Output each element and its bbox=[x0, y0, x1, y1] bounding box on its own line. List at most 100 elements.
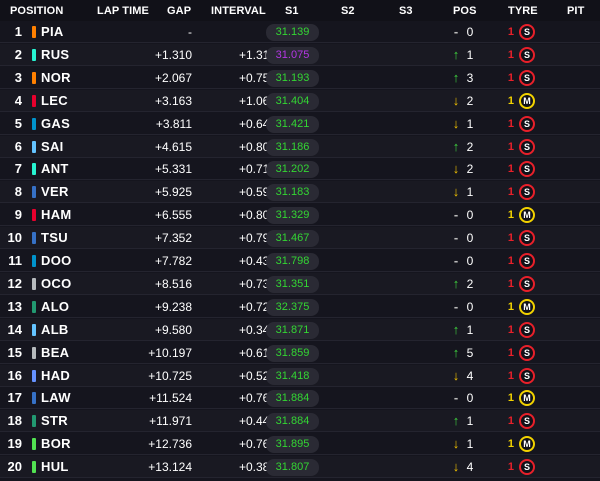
table-row[interactable]: 5 GAS +3.811 +0.648 31.421 ↓ 1 1 S bbox=[0, 113, 600, 135]
medium-tyre-icon[interactable]: M bbox=[519, 390, 535, 407]
driver-code[interactable]: SAI bbox=[41, 136, 64, 158]
s1-time: 31.186 bbox=[266, 138, 319, 156]
driver-code[interactable]: DOO bbox=[41, 250, 72, 272]
soft-tyre-icon[interactable]: S bbox=[519, 253, 535, 269]
driver-code[interactable]: OCO bbox=[41, 273, 72, 295]
s1-time: 31.404 bbox=[266, 92, 319, 110]
medium-tyre-icon[interactable]: M bbox=[519, 436, 535, 453]
soft-tyre-icon[interactable]: S bbox=[519, 184, 535, 201]
driver-code[interactable]: BEA bbox=[41, 342, 69, 364]
driver-code[interactable]: STR bbox=[41, 410, 68, 432]
medium-tyre-icon[interactable]: M bbox=[519, 298, 535, 315]
table-row[interactable]: 15 BEA +10.197 +0.617 31.859 ↑ 5 1 S bbox=[0, 342, 600, 364]
position-change: 0 bbox=[466, 25, 474, 39]
position-change: 1 bbox=[466, 322, 474, 337]
table-row[interactable]: 13 ALO +9.238 +0.722 32.375-0 1 M bbox=[0, 296, 600, 318]
soft-tyre-icon[interactable]: S bbox=[519, 69, 535, 86]
driver-code[interactable]: HAM bbox=[41, 204, 72, 226]
gap-value: +5.331 bbox=[154, 162, 192, 177]
driver-code[interactable]: LEC bbox=[41, 90, 68, 112]
driver-code[interactable]: LAW bbox=[41, 387, 71, 409]
position-number: 16 bbox=[7, 367, 22, 383]
header-s2[interactable]: S2 bbox=[341, 5, 355, 17]
table-row[interactable]: 14 ALB +9.580 +0.342 31.871 ↑ 1 1 S bbox=[0, 318, 600, 341]
position-number: 18 bbox=[7, 413, 22, 429]
arrow-down-icon: ↓ bbox=[452, 459, 460, 475]
header-position[interactable]: POSITION bbox=[10, 5, 63, 17]
header-interval[interactable]: INTERVAL bbox=[211, 5, 266, 17]
header-pos[interactable]: POS bbox=[453, 5, 477, 17]
table-row[interactable]: 10 TSU +7.352 +0.797 31.467-0 1 S bbox=[0, 227, 600, 250]
header-s1[interactable]: S1 bbox=[285, 5, 299, 17]
table-row[interactable]: 7 ANT +5.331 +0.716 31.202 ↓ 2 1 S bbox=[0, 158, 600, 181]
soft-tyre-icon[interactable]: S bbox=[519, 24, 535, 40]
soft-tyre-icon[interactable]: S bbox=[519, 275, 535, 292]
arrow-down-icon: ↓ bbox=[452, 92, 460, 108]
driver-code[interactable]: VER bbox=[41, 181, 69, 203]
table-row[interactable]: 19 BOR +12.736 +0.765 31.895 ↓ 1 1 M bbox=[0, 433, 600, 456]
tyre-laps: 1 bbox=[507, 415, 514, 428]
position-number: 19 bbox=[7, 436, 22, 452]
tyre-laps: 1 bbox=[507, 461, 514, 474]
driver-code[interactable]: ALB bbox=[41, 319, 69, 341]
medium-tyre-icon[interactable]: M bbox=[519, 207, 535, 224]
header-s3[interactable]: S3 bbox=[399, 5, 413, 17]
soft-tyre-icon[interactable]: S bbox=[519, 344, 535, 361]
table-row[interactable]: 9 HAM +6.555 +0.809 31.329-0 1 M bbox=[0, 204, 600, 227]
table-row[interactable]: 12 OCO +8.516 +0.734 31.351 ↑ 2 1 S bbox=[0, 272, 600, 295]
soft-tyre-icon[interactable]: S bbox=[519, 230, 535, 247]
table-row[interactable]: 20 HUL +13.124 +0.388 31.807 ↓ 4 1 S bbox=[0, 456, 600, 479]
table-row[interactable]: 1PIA--31.139-01S bbox=[0, 21, 600, 43]
arrow-down-icon: ↓ bbox=[452, 184, 460, 200]
driver-code[interactable]: ANT bbox=[41, 158, 69, 180]
soft-tyre-icon[interactable]: S bbox=[519, 413, 535, 430]
table-row[interactable]: 17 LAW +11.524 +0.761 31.884-0 1 M bbox=[0, 387, 600, 410]
team-color-bar bbox=[32, 369, 36, 382]
soft-tyre-icon[interactable]: S bbox=[519, 367, 535, 384]
tyre-laps: 1 bbox=[507, 48, 514, 61]
gap-value: +1.310 bbox=[154, 47, 192, 62]
driver-code[interactable]: TSU bbox=[41, 227, 68, 249]
gap-value: +10.725 bbox=[148, 368, 192, 383]
soft-tyre-icon[interactable]: S bbox=[519, 161, 535, 178]
header-tyre[interactable]: TYRE bbox=[508, 5, 538, 17]
s1-time: 31.859 bbox=[266, 344, 319, 362]
team-color-bar bbox=[32, 392, 36, 405]
position-change: 1 bbox=[466, 185, 474, 200]
tyre-laps: 1 bbox=[507, 163, 514, 176]
table-row[interactable]: 16 HAD +10.725 +0.528 31.418 ↓ 4 1 S bbox=[0, 364, 600, 387]
table-row[interactable]: 8 VER +5.925 +0.594 31.183 ↓ 1 1 S bbox=[0, 181, 600, 204]
table-row[interactable]: 3 NOR +2.067 +0.757 31.193 ↑ 3 1 S bbox=[0, 67, 600, 89]
header-gap[interactable]: GAP bbox=[167, 5, 191, 17]
table-row[interactable]: 11 DOO +7.782 +0.430 31.798-0 1 S bbox=[0, 250, 600, 272]
soft-tyre-icon[interactable]: S bbox=[519, 321, 535, 338]
table-row[interactable]: 18 STR +11.971 +0.447 31.884 ↑ 1 1 S bbox=[0, 410, 600, 433]
position-number: 20 bbox=[7, 459, 22, 475]
position-number: 9 bbox=[14, 207, 22, 223]
driver-code[interactable]: ALO bbox=[41, 296, 69, 318]
dash-icon: - bbox=[453, 207, 459, 223]
medium-tyre-icon[interactable]: M bbox=[519, 92, 535, 109]
driver-code[interactable]: BOR bbox=[41, 433, 71, 455]
table-row[interactable]: 6 SAI +4.615 +0.804 31.186 ↑ 2 1 S bbox=[0, 135, 600, 158]
driver-code[interactable]: RUS bbox=[41, 44, 69, 66]
arrow-down-icon: ↓ bbox=[452, 115, 460, 131]
driver-code[interactable]: HUL bbox=[41, 456, 69, 478]
driver-code[interactable]: PIA bbox=[41, 21, 64, 43]
soft-tyre-icon[interactable]: S bbox=[519, 46, 535, 63]
s1-time: 32.375 bbox=[266, 298, 319, 316]
soft-tyre-icon[interactable]: S bbox=[519, 138, 535, 155]
arrow-down-icon: ↓ bbox=[452, 161, 460, 177]
table-row[interactable]: 4 LEC +3.163 +1.060 31.404 ↓ 2 1 M bbox=[0, 89, 600, 112]
gap-value: +10.197 bbox=[148, 345, 192, 360]
driver-code[interactable]: GAS bbox=[41, 113, 70, 135]
driver-code[interactable]: HAD bbox=[41, 365, 70, 387]
header-lap-time[interactable]: LAP TIME bbox=[97, 5, 149, 17]
table-row[interactable]: 2 RUS +1.310 +1.310 31.075 ↑ 1 1 S bbox=[0, 43, 600, 66]
soft-tyre-icon[interactable]: S bbox=[519, 115, 535, 132]
header-pit[interactable]: PIT bbox=[567, 5, 584, 17]
s1-time: 31.329 bbox=[266, 207, 319, 225]
soft-tyre-icon[interactable]: S bbox=[519, 459, 535, 476]
driver-code[interactable]: NOR bbox=[41, 67, 71, 89]
position-number: 8 bbox=[14, 184, 22, 200]
